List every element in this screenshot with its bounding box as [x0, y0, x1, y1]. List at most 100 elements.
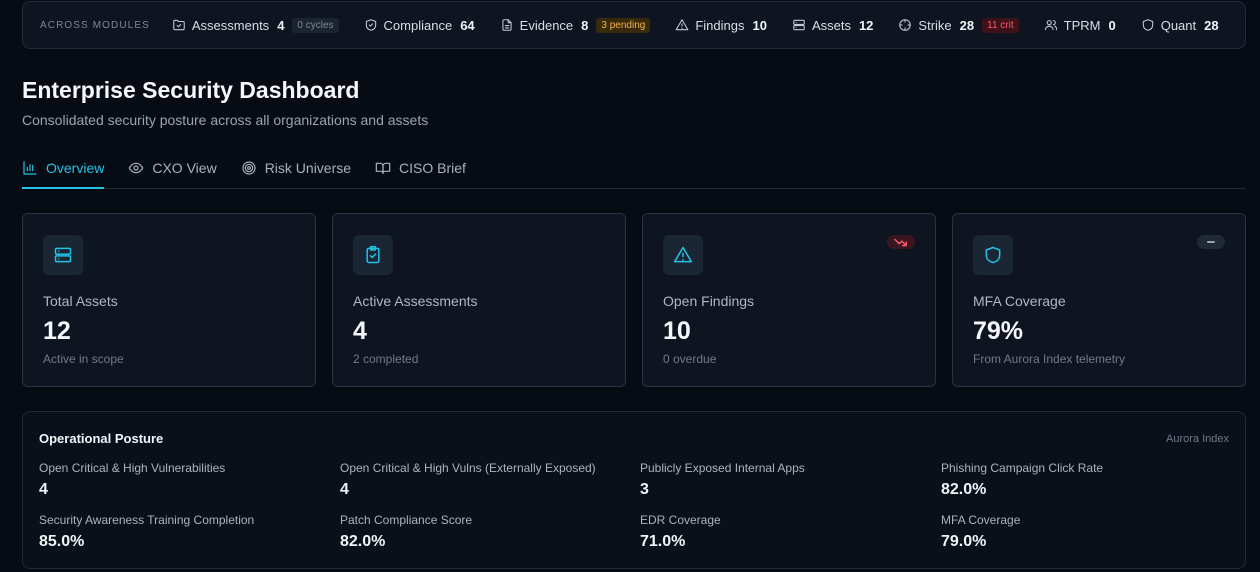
tab-label: CISO Brief	[399, 160, 466, 176]
card-label: Active Assessments	[353, 293, 478, 309]
panel-source: Aurora Index	[1166, 433, 1229, 445]
module-count: 64	[460, 17, 475, 33]
modules-bar: ACROSS MODULES Assessments 4 0 cycles Co…	[22, 1, 1246, 49]
metric-value: 4	[340, 481, 349, 498]
card-value: 4	[353, 317, 367, 345]
metric-value: 82.0%	[340, 533, 386, 550]
tab-ciso-brief[interactable]: CISO Brief	[375, 148, 466, 188]
metric-item: Phishing Campaign Click Rate 82.0%	[941, 461, 1237, 499]
module-chip: 0 cycles	[292, 17, 339, 33]
metric-value: 82.0%	[941, 481, 987, 498]
module-name: Assessments	[191, 17, 270, 33]
module-count: 10	[752, 17, 767, 33]
card-icon-box	[663, 235, 703, 275]
module-assessments[interactable]: Assessments 4 0 cycles	[172, 17, 339, 33]
eye-icon	[129, 162, 144, 174]
card-subtext: 2 completed	[353, 352, 419, 366]
card-label: MFA Coverage	[973, 293, 1066, 309]
metric-item: MFA Coverage 79.0%	[941, 513, 1237, 551]
tab-label: Overview	[46, 160, 105, 176]
shield-check-icon	[365, 19, 376, 31]
server-icon	[793, 19, 805, 31]
module-count: 4	[277, 17, 285, 33]
metric-value: 4	[39, 481, 48, 498]
trend-down-badge	[887, 235, 915, 249]
metric-item: Open Critical & High Vulns (Externally E…	[340, 461, 636, 499]
kpi-card-active-assessments[interactable]: Active Assessments 4 2 completed	[332, 213, 626, 387]
tab-cxo-view[interactable]: CXO View	[128, 148, 217, 188]
minus-icon	[1207, 241, 1215, 243]
card-icon-box	[973, 235, 1013, 275]
file-text-icon	[502, 19, 512, 31]
metric-label: Publicly Exposed Internal Apps	[640, 461, 805, 475]
module-compliance[interactable]: Compliance 64	[364, 18, 475, 33]
module-tprm[interactable]: TPRM 0	[1044, 18, 1116, 33]
card-label: Open Findings	[663, 293, 755, 309]
metric-item: Publicly Exposed Internal Apps 3	[640, 461, 936, 499]
card-value: 12	[43, 317, 71, 345]
modules-label: ACROSS MODULES	[40, 19, 150, 31]
module-name: Compliance	[383, 17, 453, 33]
tab-overview[interactable]: Overview	[22, 148, 105, 189]
metric-item: EDR Coverage 71.0%	[640, 513, 936, 551]
alert-triangle-icon	[675, 19, 689, 31]
module-assets[interactable]: Assets 12	[792, 18, 873, 33]
card-value: 10	[663, 317, 691, 345]
module-name: Assets	[811, 17, 851, 33]
module-chip: 3 pending	[596, 17, 651, 33]
page-title: Enterprise Security Dashboard	[22, 77, 360, 103]
metric-label: Open Critical & High Vulnerabilities	[39, 461, 226, 475]
module-count: 28	[1204, 17, 1219, 33]
metric-label: Security Awareness Training Completion	[39, 513, 255, 527]
metric-value: 79.0%	[941, 533, 987, 550]
tab-label: Risk Universe	[264, 160, 352, 176]
server-icon	[54, 247, 72, 263]
target-icon	[242, 161, 256, 175]
clipboard-check-icon	[366, 245, 380, 264]
metric-value: 85.0%	[39, 533, 85, 550]
metric-label: MFA Coverage	[941, 513, 1021, 527]
kpi-card-open-findings[interactable]: Open Findings 10 0 overdue	[642, 213, 936, 387]
bar-chart-icon	[23, 161, 37, 175]
book-open-icon	[375, 162, 391, 174]
card-icon-box	[353, 235, 393, 275]
metric-label: Open Critical & High Vulns (Externally E…	[340, 461, 596, 475]
module-evidence[interactable]: Evidence 8 3 pending	[500, 17, 651, 33]
trend-flat-badge	[1197, 235, 1225, 249]
tab-risk-universe[interactable]: Risk Universe	[241, 148, 351, 188]
module-count: 0	[1108, 17, 1116, 33]
card-label: Total Assets	[43, 293, 118, 309]
crosshair-icon	[899, 19, 912, 31]
metric-item: Patch Compliance Score 82.0%	[340, 513, 636, 551]
metric-item: Open Critical & High Vulnerabilities 4	[39, 461, 335, 499]
tab-bar: Overview CXO View Risk Universe CISO Bri…	[22, 148, 1246, 189]
module-name: Strike	[918, 17, 952, 33]
tab-label: CXO View	[152, 160, 217, 176]
module-quant[interactable]: Quant 28	[1141, 18, 1219, 33]
kpi-card-total-assets[interactable]: Total Assets 12 Active in scope	[22, 213, 316, 387]
page-subtitle: Consolidated security posture across all…	[22, 112, 429, 128]
module-name: TPRM	[1063, 17, 1101, 33]
operational-posture-panel: Operational Posture Aurora Index Open Cr…	[22, 411, 1246, 569]
card-subtext: From Aurora Index telemetry	[973, 352, 1126, 366]
metric-label: EDR Coverage	[640, 513, 721, 527]
module-name: Findings	[695, 17, 745, 33]
card-value: 79%	[973, 317, 1024, 345]
metric-value: 3	[640, 481, 649, 498]
metric-value: 71.0%	[640, 533, 686, 550]
card-subtext: 0 overdue	[663, 352, 717, 366]
module-name: Quant	[1160, 17, 1197, 33]
folder-check-icon	[173, 19, 185, 31]
module-findings[interactable]: Findings 10	[675, 18, 767, 33]
module-count: 12	[858, 17, 874, 33]
metric-label: Patch Compliance Score	[340, 513, 473, 527]
module-name: Evidence	[519, 17, 574, 33]
users-icon	[1044, 20, 1057, 31]
kpi-card-mfa-coverage[interactable]: MFA Coverage 79% From Aurora Index telem…	[952, 213, 1246, 387]
metric-label: Phishing Campaign Click Rate	[941, 461, 1104, 475]
card-subtext: Active in scope	[43, 352, 124, 366]
module-strike[interactable]: Strike 28 11 crit	[898, 17, 1019, 33]
module-count: 28	[959, 17, 975, 33]
alert-triangle-icon	[673, 246, 693, 263]
panel-title: Operational Posture	[39, 431, 164, 446]
